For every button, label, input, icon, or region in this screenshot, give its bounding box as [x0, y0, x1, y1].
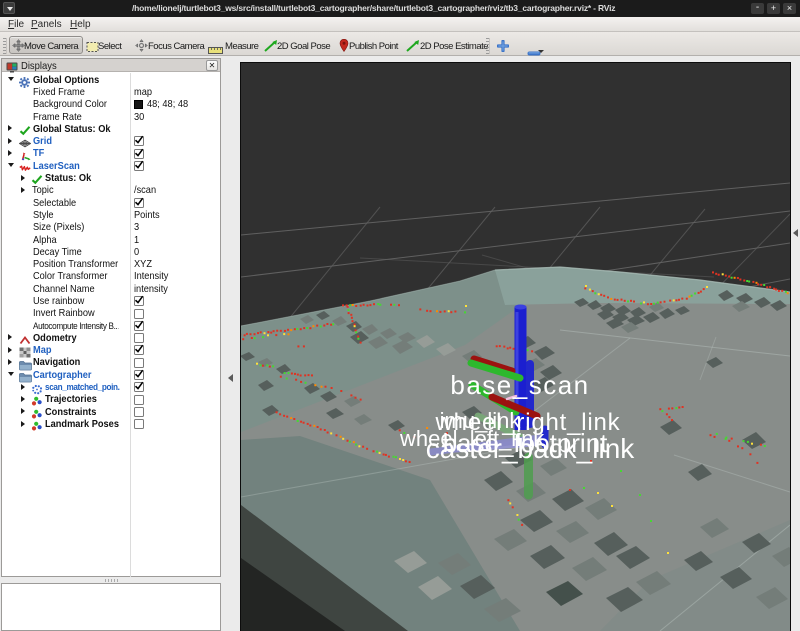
svg-text:wheel_right_link: wheel_right_link	[435, 409, 621, 436]
svg-text:caster_back_link: caster_back_link	[426, 433, 636, 464]
svg-text:base_scan: base_scan	[450, 370, 589, 400]
